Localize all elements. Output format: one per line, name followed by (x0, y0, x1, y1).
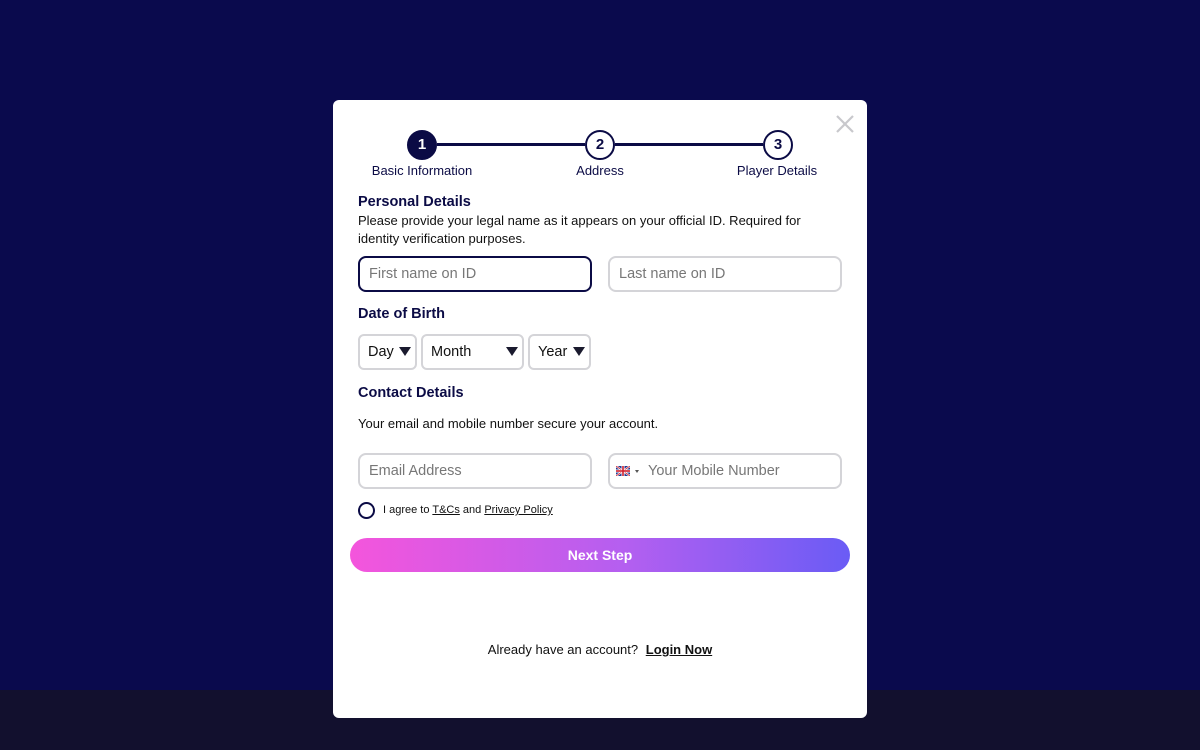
stepper-line-1 (437, 143, 585, 146)
progress-stepper: 1 2 3 Basic Information Address Player D… (333, 128, 867, 188)
next-step-button[interactable]: Next Step (350, 538, 850, 572)
last-name-input[interactable] (608, 256, 842, 292)
contact-details-description: Your email and mobile number secure your… (358, 416, 659, 431)
login-row: Already have an account? Login Now (333, 642, 867, 657)
month-select[interactable]: Month (421, 334, 524, 370)
year-select[interactable]: Year (528, 334, 591, 370)
agree-and: and (459, 504, 485, 516)
phone-field (608, 453, 842, 489)
privacy-policy-link[interactable]: Privacy Policy (484, 504, 552, 516)
step-2-circle: 2 (585, 130, 615, 160)
agree-prefix: I agree to (383, 504, 433, 516)
step-1-circle: 1 (407, 130, 437, 160)
mobile-number-input[interactable] (648, 455, 838, 487)
caret-down-icon (635, 470, 639, 473)
terms-agreement-text: I agree to T&Cs and Privacy Policy (383, 504, 553, 516)
personal-details-heading: Personal Details (358, 194, 471, 210)
day-select-value: Day (368, 344, 394, 360)
uk-flag-icon (616, 466, 630, 476)
month-select-value: Month (431, 344, 472, 360)
country-code-select[interactable] (610, 455, 644, 487)
email-input[interactable] (358, 453, 592, 489)
chevron-down-icon (399, 347, 411, 356)
chevron-down-icon (573, 347, 585, 356)
contact-details-heading: Contact Details (358, 385, 464, 401)
step-3-circle: 3 (763, 130, 793, 160)
year-select-value: Year (538, 344, 568, 360)
tcs-link[interactable]: T&Cs (432, 504, 460, 516)
login-now-link[interactable]: Login Now (646, 642, 712, 657)
step-3-label: Player Details (736, 163, 818, 178)
step-1-label: Basic Information (371, 163, 473, 178)
login-prompt: Already have an account? (487, 642, 639, 657)
day-select[interactable]: Day (358, 334, 417, 370)
step-2-label: Address (576, 163, 624, 178)
stepper-line-2 (615, 143, 763, 146)
personal-details-description: Please provide your legal name as it app… (358, 213, 801, 246)
chevron-down-icon (506, 347, 518, 356)
date-of-birth-heading: Date of Birth (358, 306, 445, 322)
signup-modal: 1 2 3 Basic Information Address Player D… (333, 100, 867, 718)
first-name-input[interactable] (358, 256, 592, 292)
terms-agree-radio[interactable] (358, 502, 375, 519)
